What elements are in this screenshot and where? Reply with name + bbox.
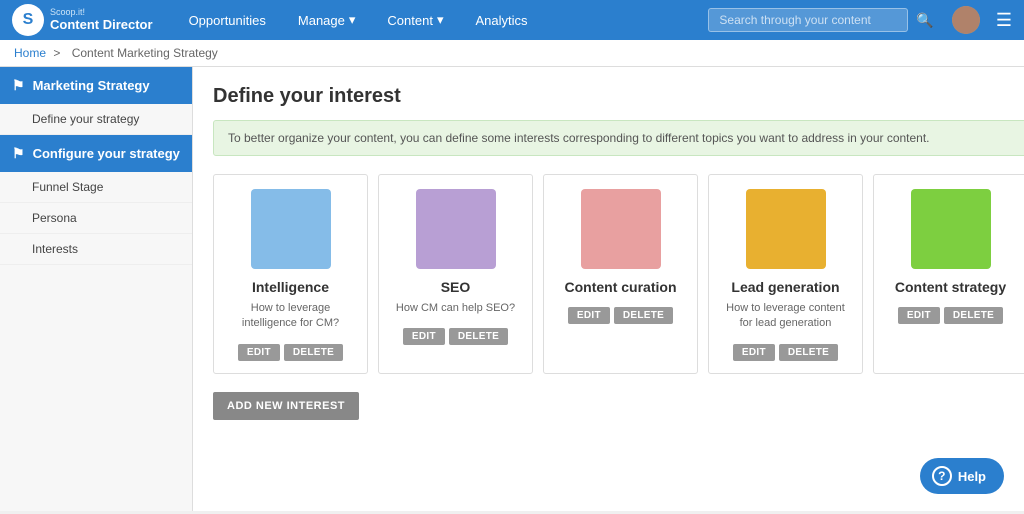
interest-card: Content strategy EDIT DELETE	[873, 174, 1024, 374]
chevron-down-icon: ▾	[349, 12, 356, 28]
card-color-box	[416, 189, 496, 269]
nav-items: Opportunities Manage ▾ Content ▾ Analyti…	[173, 0, 709, 40]
sidebar-item-persona[interactable]: Persona	[0, 203, 192, 234]
breadcrumb-separator: >	[53, 46, 60, 60]
interest-card: Intelligence How to leverage intelligenc…	[213, 174, 368, 374]
delete-button[interactable]: DELETE	[944, 307, 1003, 324]
sidebar-section-marketing-strategy[interactable]: ⚑ Marketing Strategy	[0, 67, 192, 104]
search-button[interactable]: 🔍	[916, 12, 933, 29]
sidebar-item-interests[interactable]: Interests	[0, 234, 192, 265]
card-title: SEO	[391, 279, 520, 295]
card-color-box	[251, 189, 331, 269]
nav-analytics[interactable]: Analytics	[459, 0, 543, 40]
page-title: Define your interest	[213, 85, 1024, 108]
interest-card: Content curation EDIT DELETE	[543, 174, 698, 374]
sidebar-section-configure-strategy[interactable]: ⚑ Configure your strategy	[0, 135, 192, 172]
nav-content[interactable]: Content ▾	[371, 0, 459, 40]
delete-button[interactable]: DELETE	[449, 328, 508, 345]
card-actions: EDIT DELETE	[721, 344, 850, 361]
breadcrumb-home[interactable]: Home	[14, 46, 46, 60]
delete-button[interactable]: DELETE	[614, 307, 673, 324]
interest-card: Lead generation How to leverage content …	[708, 174, 863, 374]
sidebar: ⚑ Marketing Strategy Define your strateg…	[0, 67, 193, 511]
card-title: Intelligence	[226, 279, 355, 295]
breadcrumb: Home > Content Marketing Strategy	[0, 40, 1024, 67]
nav-manage[interactable]: Manage ▾	[282, 0, 372, 40]
card-color-box	[911, 189, 991, 269]
card-desc: How CM can help SEO?	[391, 301, 520, 316]
edit-button[interactable]: EDIT	[898, 307, 940, 324]
card-title: Lead generation	[721, 279, 850, 295]
avatar[interactable]	[952, 6, 980, 34]
edit-button[interactable]: EDIT	[238, 344, 280, 361]
hamburger-icon[interactable]: ☰	[996, 10, 1012, 31]
card-title: Content strategy	[886, 279, 1015, 295]
add-new-interest-button[interactable]: ADD NEW INTEREST	[213, 392, 359, 420]
logo[interactable]: S Scoop.it! Content Director	[12, 4, 153, 36]
card-desc: How to leverage content for lead generat…	[721, 301, 850, 332]
interest-card: SEO How CM can help SEO? EDIT DELETE	[378, 174, 533, 374]
edit-button[interactable]: EDIT	[403, 328, 445, 345]
card-actions: EDIT DELETE	[391, 328, 520, 345]
logo-text: Scoop.it! Content Director	[50, 8, 153, 32]
help-circle-icon: ?	[932, 466, 952, 486]
main-layout: ⚑ Marketing Strategy Define your strateg…	[0, 67, 1024, 511]
interest-cards-row: Intelligence How to leverage intelligenc…	[213, 174, 1024, 374]
sidebar-item-funnel-stage[interactable]: Funnel Stage	[0, 172, 192, 203]
config-icon: ⚑	[12, 145, 25, 162]
top-navigation: S Scoop.it! Content Director Opportuniti…	[0, 0, 1024, 40]
card-title: Content curation	[556, 279, 685, 295]
sidebar-item-define-strategy[interactable]: Define your strategy	[0, 104, 192, 135]
delete-button[interactable]: DELETE	[284, 344, 343, 361]
card-color-box	[746, 189, 826, 269]
card-actions: EDIT DELETE	[556, 307, 685, 324]
breadcrumb-current: Content Marketing Strategy	[72, 46, 218, 60]
search-input[interactable]	[708, 8, 908, 32]
info-banner: To better organize your content, you can…	[213, 120, 1024, 156]
delete-button[interactable]: DELETE	[779, 344, 838, 361]
chevron-down-icon: ▾	[437, 12, 444, 28]
help-button[interactable]: ? Help	[920, 458, 1004, 494]
card-color-box	[581, 189, 661, 269]
help-label: Help	[958, 469, 986, 484]
flag-icon: ⚑	[12, 77, 25, 94]
nav-opportunities[interactable]: Opportunities	[173, 0, 282, 40]
card-actions: EDIT DELETE	[886, 307, 1015, 324]
edit-button[interactable]: EDIT	[568, 307, 610, 324]
logo-icon: S	[12, 4, 44, 36]
edit-button[interactable]: EDIT	[733, 344, 775, 361]
card-actions: EDIT DELETE	[226, 344, 355, 361]
search-area: 🔍 ☰	[708, 6, 1012, 34]
card-desc: How to leverage intelligence for CM?	[226, 301, 355, 332]
sidebar-section1-label: Marketing Strategy	[33, 78, 150, 93]
sidebar-section2-label: Configure your strategy	[33, 146, 180, 161]
content-area: Define your interest To better organize …	[193, 67, 1024, 511]
logo-line2: Content Director	[50, 18, 153, 32]
